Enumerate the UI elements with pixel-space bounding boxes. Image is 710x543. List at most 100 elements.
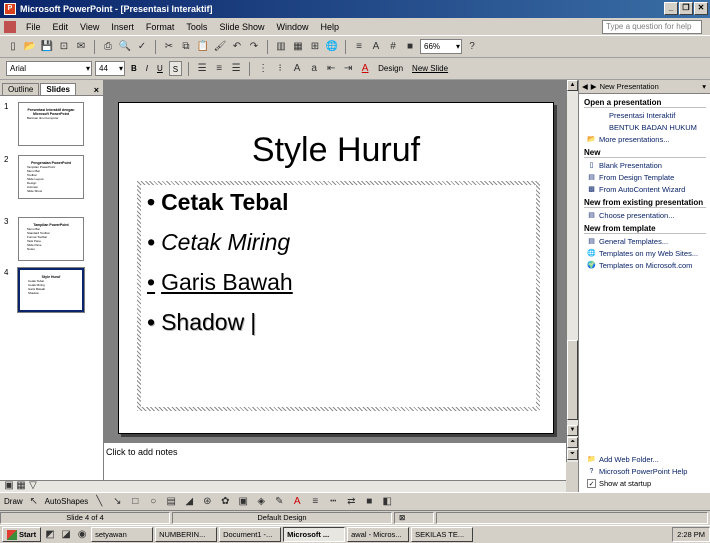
menu-window[interactable]: Window — [270, 22, 314, 32]
document-icon[interactable] — [4, 20, 16, 33]
slide-thumbnail-item[interactable]: 2 Pengenalan PowerPoint Tampilan PowerPoin… — [4, 155, 84, 199]
show-at-startup-checkbox[interactable]: ✓ Show at startup — [587, 479, 710, 488]
start-button[interactable]: Start — [2, 527, 42, 542]
slide-title[interactable]: Style Huruf — [119, 131, 553, 170]
align-center-icon[interactable]: ≡ — [212, 62, 226, 76]
fill-color-icon[interactable]: ◈ — [254, 495, 268, 509]
redo-icon[interactable]: ↷ — [247, 40, 261, 54]
clock[interactable]: 2:28 PM — [677, 530, 705, 539]
forward-icon[interactable]: ▶ — [591, 82, 597, 91]
line-icon[interactable]: ╲ — [92, 495, 106, 509]
font-color-icon[interactable]: A — [290, 495, 304, 509]
menu-file[interactable]: File — [20, 22, 47, 32]
menu-edit[interactable]: Edit — [47, 22, 75, 32]
wordart-icon[interactable]: ◢ — [182, 495, 196, 509]
menu-slide-show[interactable]: Slide Show — [213, 22, 270, 32]
bullet-italic[interactable]: • Cetak Miring — [147, 229, 290, 256]
italic-button[interactable]: I — [143, 61, 151, 76]
decrease-indent-icon[interactable]: ⇤ — [324, 62, 338, 76]
3d-style-icon[interactable]: ◧ — [380, 495, 394, 509]
design-template-link[interactable]: ▤ From Design Template — [587, 173, 710, 182]
select-objects-icon[interactable]: ↖ — [27, 495, 41, 509]
bullets-icon[interactable]: ⁝ — [273, 62, 287, 76]
ask-question-input[interactable]: Type a question for help — [602, 20, 702, 34]
print-icon[interactable]: ⎙ — [101, 40, 115, 54]
insert-table-icon[interactable]: ▦ — [291, 40, 305, 54]
copy-icon[interactable]: ⧉ — [179, 40, 193, 54]
vertical-scrollbar[interactable]: ▲ ▼ ⏶ ⏷ — [566, 80, 578, 462]
slide-show-view-icon[interactable]: ▽ — [26, 479, 40, 493]
paste-icon[interactable]: 📋 — [196, 40, 210, 54]
slide-thumbnail[interactable]: Presentasi Interaktif dengan Microsoft P… — [18, 102, 84, 146]
bullet-shadow[interactable]: • Shadow | — [147, 309, 256, 336]
menu-tools[interactable]: Tools — [180, 22, 213, 32]
content-placeholder[interactable]: • Cetak Tebal • Cetak Miring • Garis Bawah … — [137, 181, 540, 411]
save-icon[interactable]: 💾 — [40, 40, 54, 54]
numbering-icon[interactable]: ⋮ — [256, 62, 270, 76]
general-templates-link[interactable]: ▤ General Templates... — [587, 237, 710, 246]
bullet-underline[interactable]: • Garis Bawah — [147, 269, 293, 296]
bullet-bold[interactable]: • Cetak Tebal — [147, 189, 288, 216]
notes-pane[interactable]: Click to add notes — [104, 442, 566, 480]
format-painter-icon[interactable]: 🖌 — [213, 40, 227, 54]
quicklaunch-icon[interactable]: ◉ — [75, 528, 89, 542]
tab-slides[interactable]: Slides — [40, 83, 76, 95]
font-color-icon[interactable]: A — [358, 62, 372, 76]
recent-file-link[interactable]: BENTUK BADAN HUKUM — [609, 123, 710, 132]
slide-thumbnail-item[interactable]: 4 Style Huruf Cetak Tebal Cetak Miring Garis… — [4, 267, 85, 313]
cut-icon[interactable]: ✂ — [162, 40, 176, 54]
taskbar-item[interactable]: Document1 -... — [219, 527, 282, 542]
undo-icon[interactable]: ↶ — [230, 40, 244, 54]
help-icon[interactable]: ? — [465, 40, 479, 54]
minimize-button[interactable]: _ — [664, 2, 678, 15]
spelling-icon[interactable]: ✓ — [135, 40, 149, 54]
new-icon[interactable]: ▯ — [6, 40, 20, 54]
draw-menu[interactable]: Draw — [4, 497, 23, 506]
dash-style-icon[interactable]: ┅ — [326, 495, 340, 509]
shadow-style-icon[interactable]: ■ — [362, 495, 376, 509]
slide-thumbnail-item[interactable]: 3 Tampilan PowerPoint Menu Bar Standard Too… — [4, 217, 84, 261]
menu-view[interactable]: View — [74, 22, 105, 32]
scroll-up-icon[interactable]: ▲ — [567, 80, 578, 91]
autoshapes-menu[interactable]: AutoShapes — [45, 497, 89, 506]
slide-thumbnail-item[interactable]: 1 Presentasi Interaktif dengan Microsoft … — [4, 102, 84, 146]
print-preview-icon[interactable]: 🔍 — [118, 40, 132, 54]
scroll-down-icon[interactable]: ▼ — [567, 425, 578, 436]
menu-insert[interactable]: Insert — [105, 22, 140, 32]
scroll-thumb[interactable] — [567, 340, 578, 420]
more-presentations-link[interactable]: 📂 More presentations... — [587, 135, 710, 144]
slide-thumbnail[interactable]: Pengenalan PowerPoint Tampilan PowerPoint… — [18, 155, 84, 199]
font-combo[interactable]: Arial — [6, 61, 92, 76]
email-icon[interactable]: ✉ — [74, 40, 88, 54]
task-pane-title[interactable]: New Presentation — [600, 82, 659, 91]
quicklaunch-icon[interactable]: ◩ — [43, 528, 57, 542]
slide-thumbnail[interactable]: Style Huruf Cetak Tebal Cetak Miring Garis … — [17, 267, 85, 313]
zoom-combo[interactable]: 66% — [420, 39, 462, 54]
increase-indent-icon[interactable]: ⇥ — [341, 62, 355, 76]
add-web-folder-link[interactable]: 📁 Add Web Folder... — [587, 455, 710, 464]
new-slide-button[interactable]: New Slide — [409, 61, 451, 76]
shadow-button[interactable]: S — [168, 61, 183, 76]
color-grayscale-icon[interactable]: ■ — [403, 40, 417, 54]
blank-presentation-link[interactable]: ▯ Blank Presentation — [587, 161, 710, 170]
bold-button[interactable]: B — [128, 61, 140, 76]
underline-button[interactable]: U — [154, 61, 166, 76]
close-button[interactable]: ✕ — [694, 2, 708, 15]
oval-icon[interactable]: ○ — [146, 495, 160, 509]
picture-icon[interactable]: ▣ — [236, 495, 250, 509]
microsoft-templates-link[interactable]: 🌍 Templates on Microsoft.com — [587, 261, 710, 270]
web-templates-link[interactable]: 🌐 Templates on my Web Sites... — [587, 249, 710, 258]
recent-file-link[interactable]: Presentasi Interaktif — [609, 111, 710, 120]
line-style-icon[interactable]: ≡ — [308, 495, 322, 509]
show-formatting-icon[interactable]: A — [369, 40, 383, 54]
previous-slide-icon[interactable]: ⏶ — [567, 437, 578, 448]
open-icon[interactable]: 📂 — [23, 40, 37, 54]
rectangle-icon[interactable]: □ — [128, 495, 142, 509]
decrease-font-icon[interactable]: a — [307, 62, 321, 76]
taskbar-item[interactable]: NUMBERIN... — [155, 527, 218, 542]
menu-format[interactable]: Format — [140, 22, 181, 32]
arrow-style-icon[interactable]: ⇄ — [344, 495, 358, 509]
expand-all-icon[interactable]: ≡ — [352, 40, 366, 54]
line-color-icon[interactable]: ✎ — [272, 495, 286, 509]
dropdown-icon[interactable]: ▾ — [702, 82, 706, 91]
